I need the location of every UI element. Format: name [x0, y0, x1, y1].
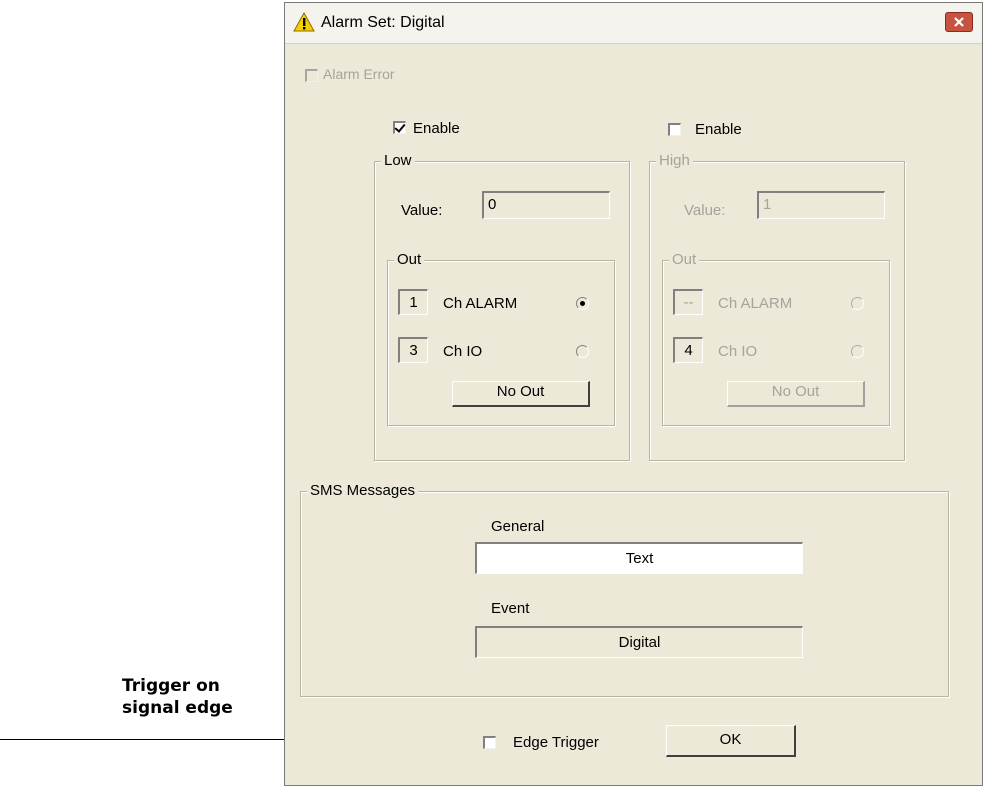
high-out-title: Out — [669, 251, 700, 268]
sms-general-label: General — [491, 518, 545, 535]
high-ch-io-label: Ch IO — [718, 343, 758, 360]
low-no-out-button[interactable]: No Out — [452, 381, 590, 407]
high-ch-alarm-radio[interactable] — [851, 297, 864, 310]
high-ch-alarm-label: Ch ALARM — [718, 295, 793, 312]
high-ch-alarm-number[interactable]: -- — [673, 289, 703, 315]
sms-event-field[interactable]: Digital — [475, 626, 803, 658]
window-title: Alarm Set: Digital — [321, 14, 445, 31]
alarm-error-label: Alarm Error — [323, 66, 395, 82]
low-group-title: Low — [381, 152, 415, 169]
sms-event-label: Event — [491, 600, 530, 617]
high-ch-io-number[interactable]: 4 — [673, 337, 703, 363]
low-ch-alarm-number[interactable]: 1 — [398, 289, 428, 315]
high-enable-checkbox[interactable] — [668, 123, 681, 136]
title-bar[interactable]: Alarm Set: Digital — [285, 3, 982, 44]
low-ch-io-number[interactable]: 3 — [398, 337, 428, 363]
high-out-group: Out -- Ch ALARM 4 Ch IO No Out — [662, 251, 890, 426]
close-icon — [954, 17, 964, 27]
close-button[interactable] — [945, 12, 973, 32]
annotation-line-1: Trigger on — [122, 676, 220, 696]
annotation-line-2: signal edge — [122, 698, 233, 718]
sms-messages-title: SMS Messages — [307, 482, 419, 499]
low-ch-alarm-label: Ch ALARM — [443, 295, 518, 312]
high-value-field[interactable]: 1 — [757, 191, 885, 219]
high-ch-io-radio[interactable] — [851, 345, 864, 358]
low-out-title: Out — [394, 251, 425, 268]
low-value-field[interactable]: 0 — [482, 191, 610, 219]
low-out-group: Out 1 Ch ALARM 3 Ch IO No Out — [387, 251, 615, 426]
low-ch-io-label: Ch IO — [443, 343, 483, 360]
low-ch-alarm-radio[interactable] — [576, 297, 589, 310]
low-ch-io-radio[interactable] — [576, 345, 589, 358]
high-enable-label: Enable — [695, 121, 742, 138]
ok-button[interactable]: OK — [666, 725, 796, 757]
high-group-title: High — [656, 152, 693, 169]
low-value-label: Value: — [401, 202, 443, 219]
low-enable-checkbox[interactable] — [393, 121, 406, 134]
warning-icon — [293, 11, 315, 32]
alarm-set-dialog: Alarm Set: Digital Alarm Error Enable En… — [284, 2, 983, 786]
low-group: Low Value: 0 Out 1 Ch ALARM 3 Ch IO No O… — [374, 152, 630, 461]
sms-general-field[interactable]: Text — [475, 542, 803, 574]
high-no-out-button[interactable]: No Out — [727, 381, 865, 407]
high-group: High Value: 1 Out -- Ch ALARM 4 Ch IO No… — [649, 152, 905, 461]
edge-trigger-checkbox[interactable] — [483, 736, 496, 749]
edge-trigger-label: Edge Trigger — [513, 734, 599, 751]
high-value-label: Value: — [684, 202, 726, 219]
annotation-label: Trigger on signal edge — [122, 675, 233, 719]
sms-messages-group: SMS Messages General Text Event Digital — [300, 482, 949, 697]
low-enable-label: Enable — [413, 120, 460, 137]
alarm-error-checkbox[interactable] — [305, 69, 318, 82]
